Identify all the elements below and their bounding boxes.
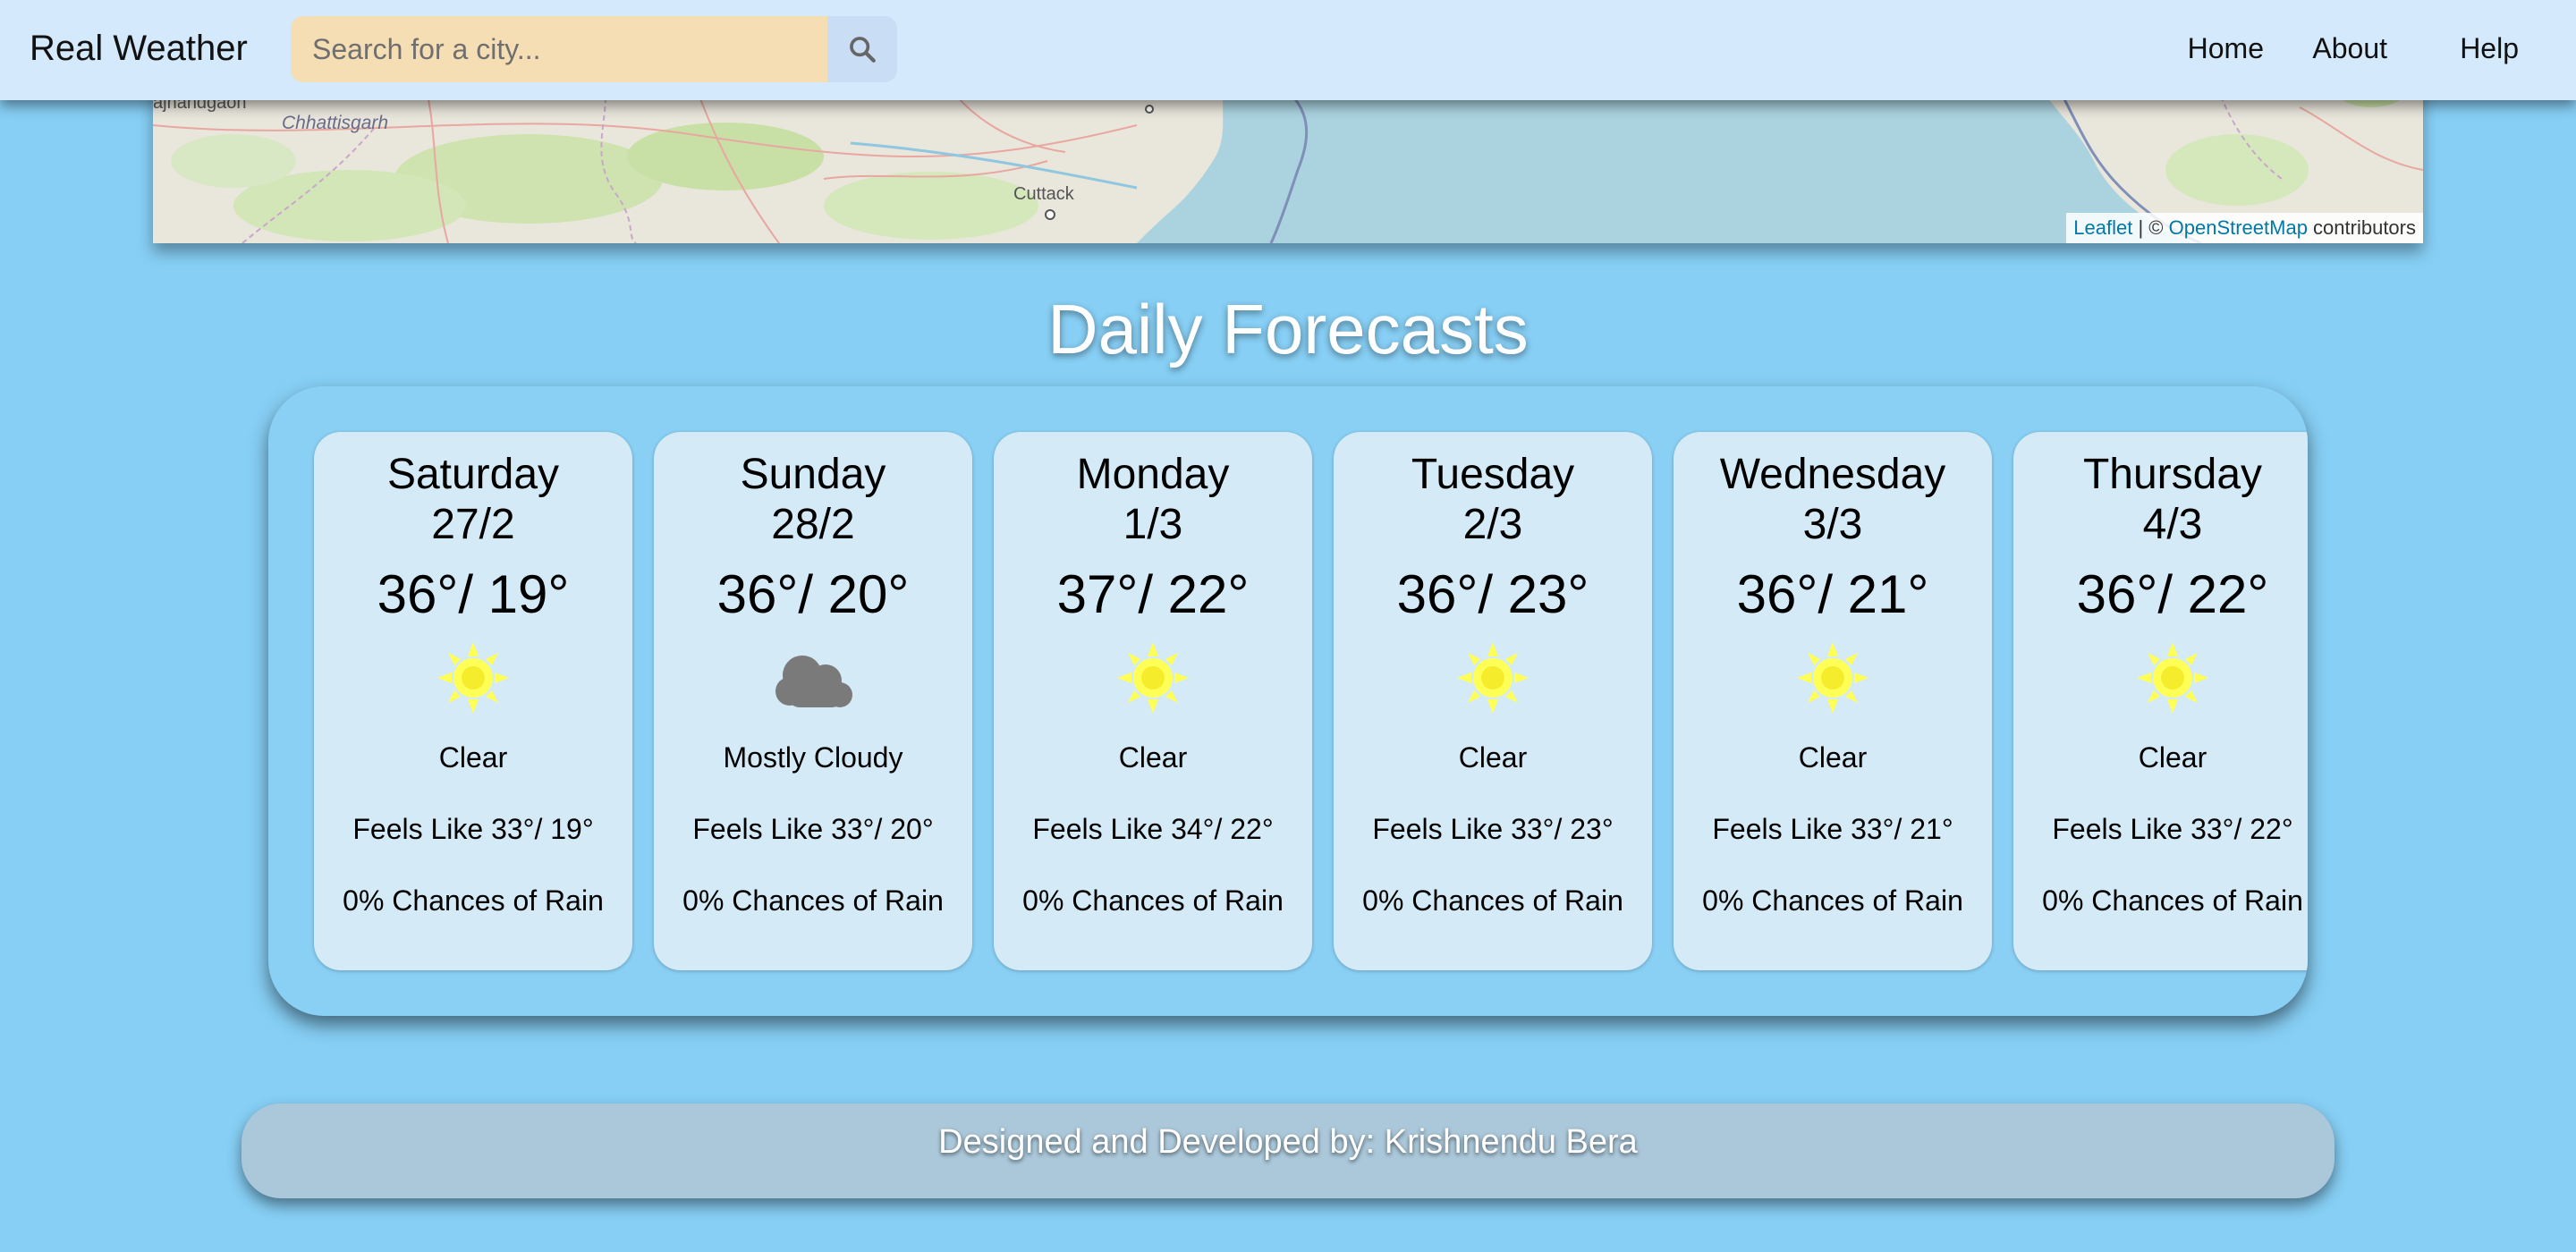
nav-link-about[interactable]: About [2312,27,2387,70]
day-temperature: 36°/ 21° [1736,564,1929,624]
day-date: 3/3 [1802,501,1863,548]
forecast-card: Thursday 4/3 36°/ 22° Clear Feels Like 3… [2013,432,2308,970]
cloud-icon [775,656,852,707]
day-date: 4/3 [2142,501,2203,548]
day-temperature: 36°/ 19° [377,564,570,624]
sun-icon [1457,642,1529,714]
forecast-row: Saturday 27/2 36°/ 19° Clear Feels Like … [314,432,2308,970]
forecast-card: Saturday 27/2 36°/ 19° Clear Feels Like … [314,432,632,970]
day-temperature: 36°/ 22° [2076,564,2269,624]
brand-logo[interactable]: Real Weather [30,23,248,73]
day-date: 28/2 [771,501,855,548]
day-rain-chance: 0% Chances of Rain [1022,884,1284,917]
day-name: Saturday [386,451,560,498]
search-icon [850,37,876,63]
sun-icon [437,642,509,714]
map-label-cuttack: Cuttack [1013,184,1074,204]
sun-icon [1117,642,1189,714]
search-form [291,16,897,82]
day-condition: Clear [1458,741,1528,774]
day-date: 27/2 [431,501,515,548]
day-condition: Mostly Cloudy [723,741,903,774]
day-feels-like: Feels Like 33°/ 19° [352,813,594,845]
footer: Designed and Developed by: Krishnendu Be… [242,1104,2334,1198]
search-input[interactable] [291,16,827,82]
day-name: Tuesday [1411,451,1575,498]
day-temperature: 36°/ 23° [1396,564,1589,624]
leaflet-link[interactable]: Leaflet [2073,216,2132,239]
forecast-card: Tuesday 2/3 36°/ 23° Clear Feels Like 33… [1334,432,1652,970]
day-feels-like: Feels Like 33°/ 21° [1712,813,1953,845]
openstreetmap-link[interactable]: OpenStreetMap [2169,216,2308,239]
nav-link-help[interactable]: Help [2460,27,2519,70]
day-condition: Clear [1798,741,1868,774]
day-rain-chance: 0% Chances of Rain [1362,884,1623,917]
footer-credit: Designed and Developed by: Krishnendu Be… [938,1123,1638,1161]
day-date: 1/3 [1123,501,1183,548]
forecast-card: Monday 1/3 37°/ 22° Clear Feels Like 34°… [994,432,1312,970]
day-temperature: 37°/ 22° [1056,564,1250,624]
attribution-separator: | © [2132,216,2169,239]
nav-link-home[interactable]: Home [2188,27,2264,70]
day-feels-like: Feels Like 33°/ 22° [2052,813,2293,845]
day-date: 2/3 [1462,501,1523,548]
sun-icon [1797,642,1868,714]
day-temperature: 36°/ 20° [716,564,910,624]
forecast-card: Wednesday 3/3 36°/ 21° Clear Feels Like … [1674,432,1992,970]
day-name: Monday [1076,451,1230,498]
day-rain-chance: 0% Chances of Rain [1702,884,1963,917]
day-feels-like: Feels Like 34°/ 22° [1032,813,1274,845]
forecast-card: Sunday 28/2 36°/ 20° Mostly Cloudy Feels… [654,432,972,970]
map-attribution: Leaflet | © OpenStreetMap contributors [2066,213,2423,243]
day-feels-like: Feels Like 33°/ 23° [1372,813,1614,845]
day-rain-chance: 0% Chances of Rain [682,884,944,917]
forecast-panel[interactable]: Saturday 27/2 36°/ 19° Clear Feels Like … [268,386,2308,1016]
sun-icon [2137,642,2208,714]
day-condition: Clear [438,741,508,774]
day-name: Thursday [2082,451,2263,498]
map-label-chhattisgarh: Chhattisgarh [282,113,389,133]
page-title: Daily Forecasts [1047,290,1529,368]
day-rain-chance: 0% Chances of Rain [2042,884,2303,917]
day-rain-chance: 0% Chances of Rain [343,884,604,917]
search-button[interactable] [827,16,897,82]
day-condition: Clear [2138,741,2207,774]
day-feels-like: Feels Like 33°/ 20° [692,813,934,845]
day-name: Sunday [740,451,886,498]
day-name: Wednesday [1719,451,1946,498]
day-condition: Clear [1118,741,1188,774]
attribution-suffix: contributors [2307,216,2416,239]
navbar: Real Weather Home About Help [0,0,2576,100]
